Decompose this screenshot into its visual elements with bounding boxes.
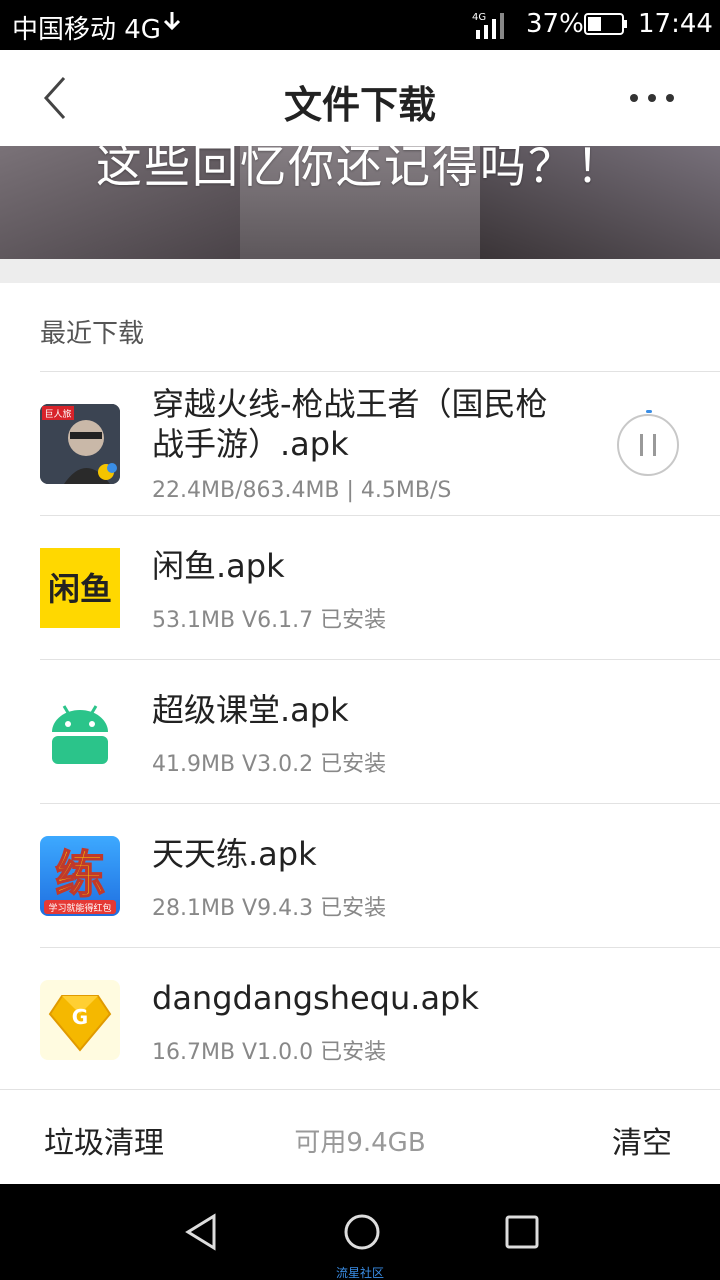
tiantianlian-icon: 练 学习就能得红包 <box>40 836 120 916</box>
svg-text:学习就能得红包: 学习就能得红包 <box>48 902 111 914</box>
battery-percent: 37% <box>526 9 584 39</box>
app-header: 文件下载 <box>0 50 720 146</box>
bottom-action-bar: 垃圾清理 可用9.4GB 清空 <box>0 1089 720 1184</box>
dangdang-icon: G <box>40 980 120 1060</box>
svg-text:闲鱼: 闲鱼 <box>48 570 112 608</box>
section-title: 最近下载 <box>40 319 145 349</box>
carrier-label: 中国移动 4G <box>12 15 161 45</box>
file-meta: 16.7MB V1.0.0 已安装 <box>152 1040 387 1065</box>
signal-icon: 4G <box>472 10 512 40</box>
file-name: dangdangshequ.apk <box>152 979 479 1017</box>
cf-game-icon: 巨人旅 <box>40 404 120 484</box>
progress-indicator <box>646 410 652 413</box>
svg-text:G: G <box>72 1005 88 1029</box>
nav-recents-button[interactable] <box>500 1210 544 1254</box>
file-meta: 53.1MB V6.1.7 已安装 <box>152 608 387 633</box>
page-title: 文件下载 <box>283 83 436 127</box>
download-item[interactable]: 巨人旅 穿越火线-枪战王者（国民枪 战手游）.apk 22.4MB/863.4M… <box>0 372 720 516</box>
pause-button[interactable] <box>617 414 679 476</box>
file-name: 超级课堂.apk <box>152 691 349 729</box>
circle-home-icon <box>344 1214 380 1250</box>
download-item[interactable]: 练 学习就能得红包 天天练.apk 28.1MB V9.4.3 已安装 <box>0 804 720 948</box>
file-name: 闲鱼.apk <box>152 547 285 585</box>
nav-home-button[interactable] <box>340 1210 384 1254</box>
status-bar: 中国移动 4G 4G 37% 17:44 <box>0 0 720 50</box>
download-item[interactable]: 超级课堂.apk 41.9MB V3.0.2 已安装 <box>0 660 720 804</box>
xianyu-icon: 闲鱼 <box>40 548 120 628</box>
svg-text:巨人旅: 巨人旅 <box>44 408 71 420</box>
file-name: 天天练.apk <box>152 835 317 873</box>
triangle-back-icon <box>185 1213 216 1251</box>
download-item[interactable]: 闲鱼 闲鱼.apk 53.1MB V6.1.7 已安装 <box>0 516 720 660</box>
android-icon <box>40 692 120 772</box>
download-item[interactable]: G dangdangshequ.apk 16.7MB V1.0.0 已安装 <box>0 948 720 1089</box>
banner-text: 这些回忆你还记得吗？！ <box>96 146 624 193</box>
clock: 17:44 <box>638 9 713 39</box>
download-progress-text: 22.4MB/863.4MB | 4.5MB/S <box>152 478 452 503</box>
file-meta: 28.1MB V9.4.3 已安装 <box>152 896 387 921</box>
section-gap <box>0 259 720 283</box>
pause-icon <box>640 434 643 456</box>
promo-banner[interactable]: 这些回忆你还记得吗？！ <box>0 146 720 259</box>
more-menu-button[interactable] <box>620 80 684 116</box>
nav-back-button[interactable] <box>180 1210 224 1254</box>
battery-icon <box>584 12 628 36</box>
square-recents-icon <box>505 1215 539 1249</box>
download-arrow-icon <box>162 9 182 41</box>
file-meta: 41.9MB V3.0.2 已安装 <box>152 752 387 777</box>
system-nav-bar: 流星社区 <box>0 1184 720 1280</box>
file-name: 穿越火线-枪战王者（国民枪 战手游）.apk <box>152 385 548 463</box>
watermark: 流星社区 <box>335 1266 384 1280</box>
svg-text:练: 练 <box>55 846 105 904</box>
clear-all-button[interactable]: 清空 <box>612 1118 672 1162</box>
more-dots-icon <box>630 94 674 102</box>
svg-text:4G: 4G <box>472 12 486 23</box>
